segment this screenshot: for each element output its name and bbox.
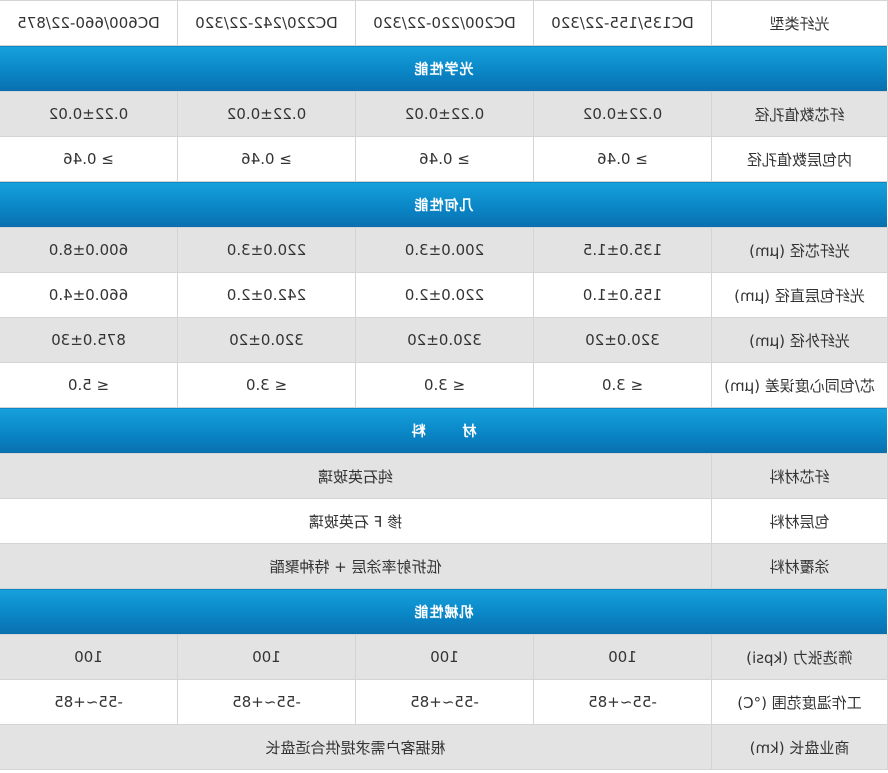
fiber-spec-table: 光纤类型 DC135/155-22/320 DC200/220-22/320 D…	[0, 0, 888, 770]
cell-value: ≤ 3.0	[355, 362, 534, 408]
table-row: 纤芯数值孔径 0.22±0.02 0.22±0.02 0.22±0.02 0.2…	[0, 91, 888, 137]
cell-value: 200.0±3.0	[355, 227, 534, 273]
cell-value: 0.22±0.02	[0, 91, 178, 137]
table-row: 光纤包层直径 (μm) 155.0±1.0 220.0±2.0 242.0±2.…	[0, 272, 888, 318]
section-optical: 光学性能	[0, 45, 888, 92]
table-row: 筛选张力 (kpsi) 100 100 100 100	[0, 634, 888, 680]
merged-value: 纯石英玻璃	[0, 453, 712, 499]
table-row: 内包层数值孔径 ≥ 0.46 ≥ 0.46 ≥ 0.46 ≥ 0.46	[0, 136, 888, 182]
cell-value: ≥ 0.46	[177, 136, 356, 182]
fiber-type-label: 光纤类型	[711, 0, 888, 46]
table-row: 包层材料 掺 F 石英玻璃	[0, 498, 888, 544]
merged-value: 根据客户需求提供合适盘长	[0, 724, 712, 770]
section-title: 几何性能	[0, 181, 888, 228]
cell-value: 320.0±20	[177, 317, 356, 363]
row-label: 光纤芯径 (μm)	[711, 227, 888, 273]
row-label: 纤芯数值孔径	[711, 91, 888, 137]
cell-value: 100	[177, 634, 356, 680]
cell-value: ≤ 3.0	[533, 362, 712, 408]
cell-value: ≥ 0.46	[355, 136, 534, 182]
section-geometric: 几何性能	[0, 181, 888, 228]
cell-value: -55~+85	[0, 679, 178, 725]
cell-value: 242.0±2.0	[177, 272, 356, 318]
cell-value: 100	[0, 634, 178, 680]
cell-value: 660.0±4.0	[0, 272, 178, 318]
cell-value: -55~+85	[533, 679, 712, 725]
cell-value: ≤ 5.0	[0, 362, 178, 408]
row-label: 筛选张力 (kpsi)	[711, 634, 888, 680]
cell-value: ≥ 0.46	[0, 136, 178, 182]
cell-value: 0.22±0.02	[177, 91, 356, 137]
fiber-type-dc600: DC600/660-22/875	[0, 0, 178, 46]
cell-value: 875.0±30	[0, 317, 178, 363]
table-row: 光纤芯径 (μm) 135.0±1.5 200.0±3.0 220.0±3.0 …	[0, 227, 888, 273]
cell-value: 220.0±2.0	[355, 272, 534, 318]
fiber-type-row: 光纤类型 DC135/155-22/320 DC200/220-22/320 D…	[0, 0, 888, 46]
cell-value: 600.0±8.0	[0, 227, 178, 273]
row-label: 内包层数值孔径	[711, 136, 888, 182]
merged-value: 掺 F 石英玻璃	[0, 498, 712, 544]
row-label: 纤芯材料	[711, 453, 888, 499]
table-row: 工作温度范围 (°C) -55~+85 -55~+85 -55~+85 -55~…	[0, 679, 888, 725]
cell-value: 320.0±20	[355, 317, 534, 363]
cell-value: -55~+85	[177, 679, 356, 725]
fiber-type-dc220: DC220/242-22/320	[177, 0, 356, 46]
section-title: 机械性能	[0, 588, 888, 635]
section-materials: 材 料	[0, 407, 888, 454]
cell-value: 0.22±0.02	[355, 91, 534, 137]
merged-value: 低折射率涂层 + 特种聚酯	[0, 543, 712, 589]
table-row: 商业盘长 (km) 根据客户需求提供合适盘长	[0, 724, 888, 770]
section-title: 材 料	[0, 407, 888, 454]
table-row: 芯/包同心度误差 (μm) ≤ 3.0 ≤ 3.0 ≤ 3.0 ≤ 5.0	[0, 362, 888, 408]
cell-value: -55~+85	[355, 679, 534, 725]
cell-value: 220.0±3.0	[177, 227, 356, 273]
cell-value: 0.22±0.02	[533, 91, 712, 137]
cell-value: 155.0±1.0	[533, 272, 712, 318]
cell-value: 320.0±20	[533, 317, 712, 363]
table-row: 纤芯材料 纯石英玻璃	[0, 453, 888, 499]
row-label: 工作温度范围 (°C)	[711, 679, 888, 725]
cell-value: ≤ 3.0	[177, 362, 356, 408]
cell-value: 100	[355, 634, 534, 680]
row-label: 涂覆材料	[711, 543, 888, 589]
section-mechanical: 机械性能	[0, 588, 888, 635]
table-row: 涂覆材料 低折射率涂层 + 特种聚酯	[0, 543, 888, 589]
row-label: 包层材料	[711, 498, 888, 544]
section-title: 光学性能	[0, 45, 888, 92]
cell-value: ≥ 0.46	[533, 136, 712, 182]
row-label: 光纤包层直径 (μm)	[711, 272, 888, 318]
fiber-type-dc135: DC135/155-22/320	[533, 0, 712, 46]
row-label: 商业盘长 (km)	[711, 724, 888, 770]
spec-table-container: 光纤类型 DC135/155-22/320 DC200/220-22/320 D…	[0, 0, 888, 773]
table-row: 光纤外径 (μm) 320.0±20 320.0±20 320.0±20 875…	[0, 317, 888, 363]
cell-value: 100	[533, 634, 712, 680]
row-label: 芯/包同心度误差 (μm)	[711, 362, 888, 408]
cell-value: 135.0±1.5	[533, 227, 712, 273]
fiber-type-dc200: DC200/220-22/320	[355, 0, 534, 46]
row-label: 光纤外径 (μm)	[711, 317, 888, 363]
